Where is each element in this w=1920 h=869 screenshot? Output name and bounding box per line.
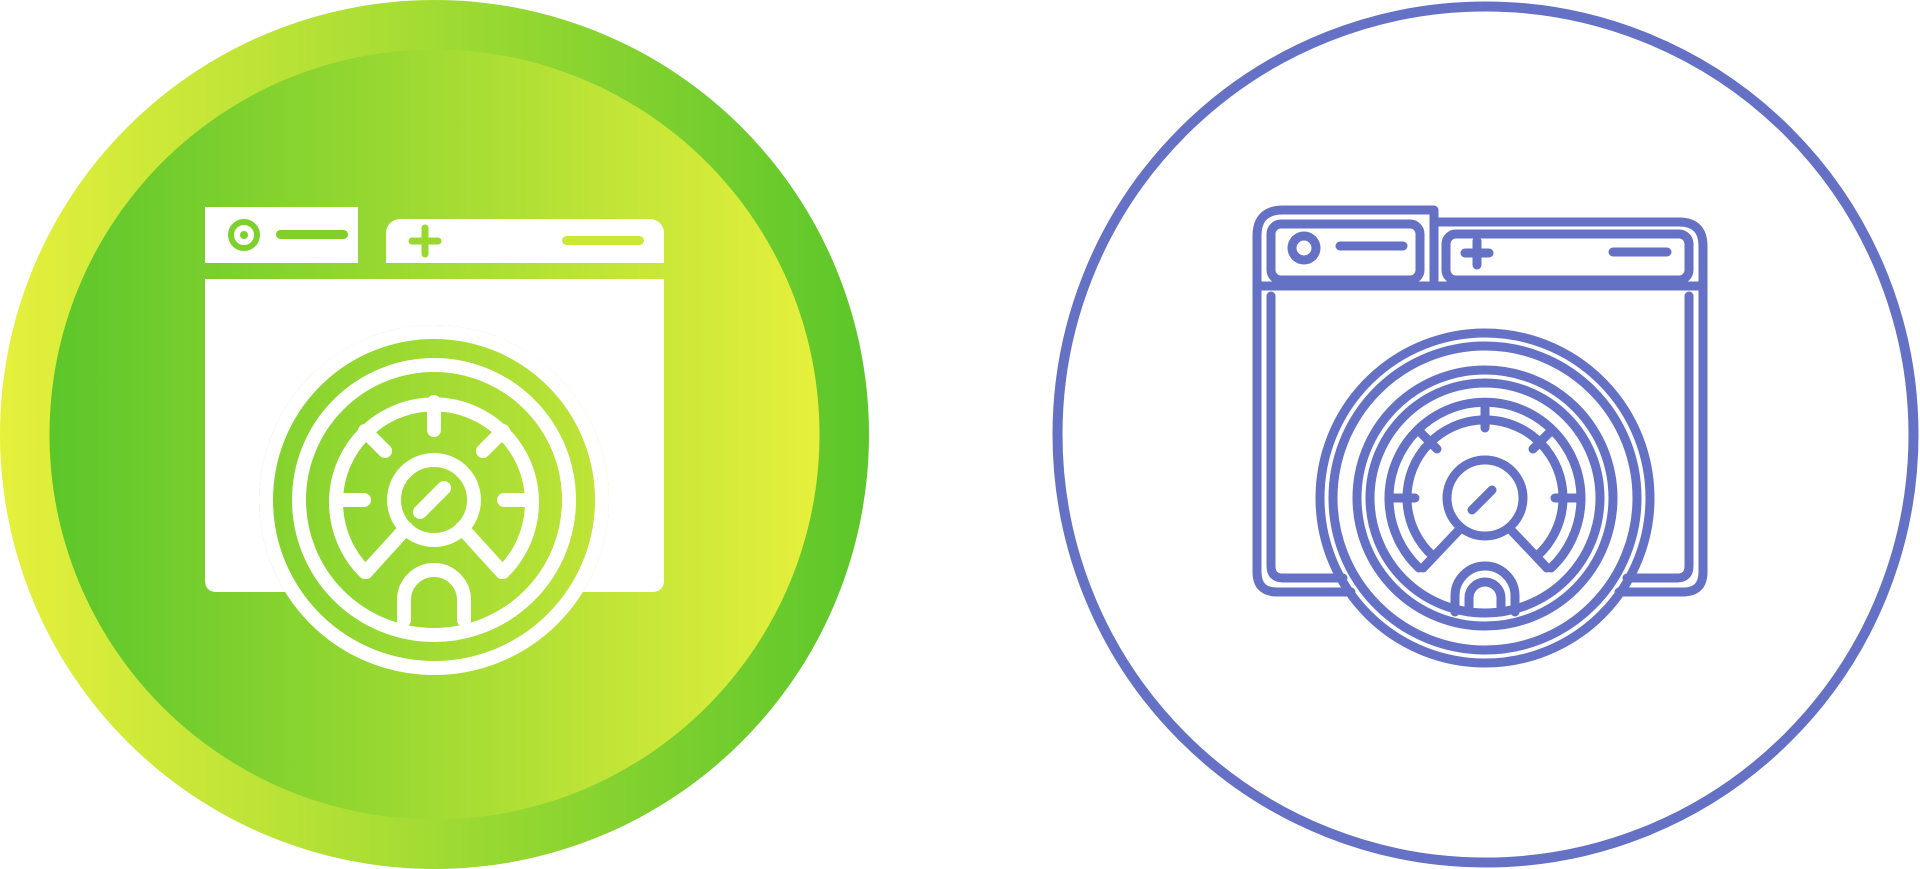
icon-sheet	[0, 0, 1920, 869]
browser-speedometer-glyph-icon	[0, 0, 869, 869]
outline-circle	[1052, 1, 1919, 868]
browser-speedometer-line-icon	[1051, 0, 1920, 869]
